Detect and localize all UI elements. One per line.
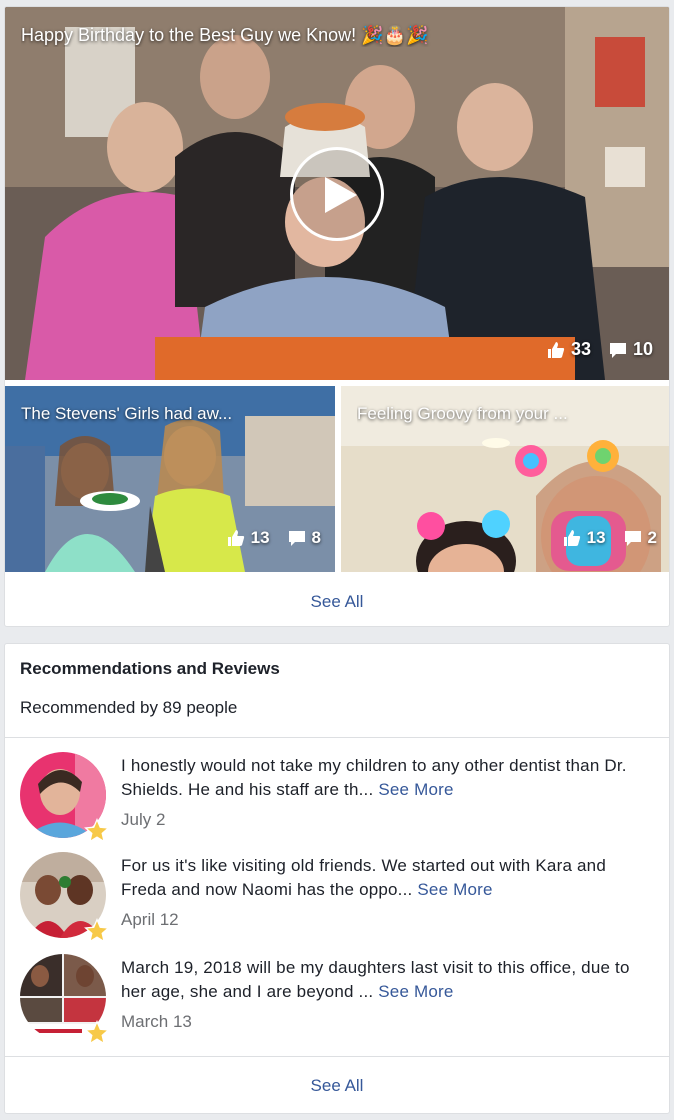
see-more-link[interactable]: See More [378,780,453,799]
reviewer-avatar[interactable] [20,752,110,843]
reviewer-avatar[interactable] [20,954,110,1045]
video-featured[interactable]: Happy Birthday to the Best Guy we Know! … [5,7,669,380]
videos-card: Happy Birthday to the Best Guy we Know! … [4,6,670,627]
star-icon [84,1020,110,1045]
star-icon [84,818,110,843]
like-count: 13 [586,528,606,547]
review-date: July 2 [121,810,166,829]
like-icon [563,529,581,547]
video-title: The Stevens' Girls had aw... [21,404,233,423]
video-title: Feeling Groovy from your ... [357,404,568,423]
like-icon [547,341,565,359]
video-title: Happy Birthday to the Best Guy we Know! … [21,25,429,45]
review-snippet: For us it's like visiting old friends. W… [121,856,606,899]
video-stats: 13 2 [563,528,657,548]
review-date: April 12 [121,910,179,929]
star-icon [84,918,110,943]
see-all-videos-link[interactable]: See All [5,577,669,626]
like-count: 33 [570,339,591,359]
review-item: I honestly would not take my children to… [5,744,669,843]
comment-icon [288,529,306,547]
section-title: Recommendations and Reviews [20,659,280,678]
comment-count: 8 [311,528,321,547]
video-item[interactable]: Feeling Groovy from your ... 13 2 [341,386,669,572]
comment-icon [624,529,642,547]
video-item[interactable]: The Stevens' Girls had aw... 13 8 [5,386,335,572]
review-item: For us it's like visiting old friends. W… [5,844,669,943]
see-all-reviews-link[interactable]: See All [5,1061,669,1111]
comment-count: 2 [647,528,657,547]
play-icon [325,177,357,213]
divider [5,1056,669,1057]
review-text: March 19, 2018 will be my daughters last… [121,956,639,1004]
play-button[interactable] [290,147,384,241]
see-more-link[interactable]: See More [417,880,492,899]
reviews-card: Recommendations and Reviews Recommended … [4,643,670,1114]
recommended-count: Recommended by 89 people [20,698,238,717]
review-snippet: March 19, 2018 will be my daughters last… [121,958,630,1001]
review-date: March 13 [121,1012,192,1031]
video-stats: 33 10 [547,339,653,360]
review-item: March 19, 2018 will be my daughters last… [5,946,669,1045]
video-stats: 13 8 [227,528,321,548]
see-more-link[interactable]: See More [378,982,453,1001]
reviewer-avatar[interactable] [20,852,110,943]
divider [5,737,669,738]
like-count: 13 [250,528,270,547]
review-text: For us it's like visiting old friends. W… [121,854,639,902]
like-icon [227,529,245,547]
review-snippet: I honestly would not take my children to… [121,756,627,799]
comment-icon [609,341,627,359]
comment-count: 10 [632,339,653,359]
review-text: I honestly would not take my children to… [121,754,639,802]
